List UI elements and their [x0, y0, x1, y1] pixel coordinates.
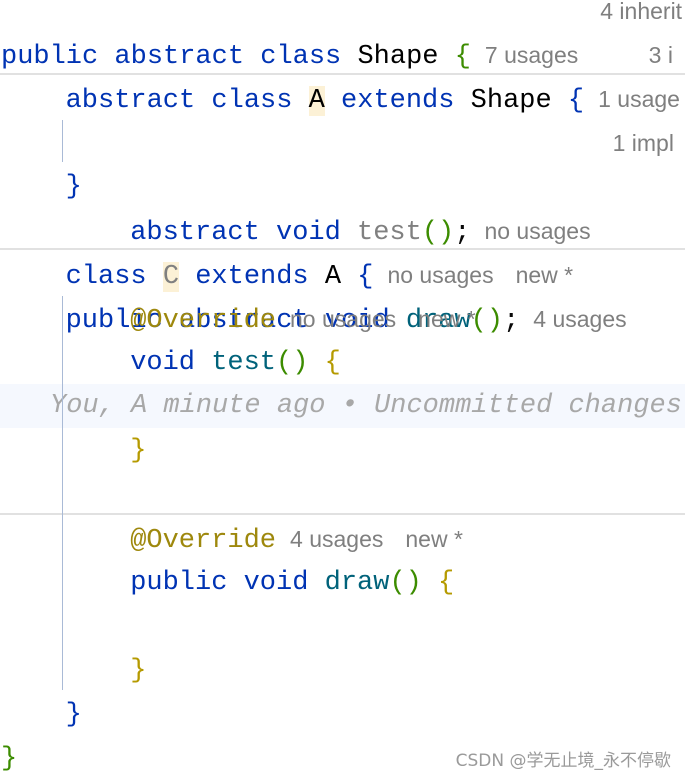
inlay-hint-usages[interactable]: 1 usage	[598, 86, 680, 112]
code-token: {	[438, 568, 455, 598]
code-line[interactable]: }	[130, 429, 146, 473]
code-token: @Override	[130, 306, 277, 336]
code-line[interactable]: class C extends A { no usages new *	[65, 253, 574, 297]
code-token: ()	[276, 348, 325, 378]
code-token: Shape	[470, 86, 568, 116]
code-line[interactable]: @Override no usages new *	[130, 297, 476, 341]
code-token: void	[130, 348, 212, 378]
code-token: ;	[454, 218, 471, 248]
code-token: }	[65, 700, 82, 730]
blame-annotation-row: You, A minute ago • Uncommitted changes	[0, 384, 685, 428]
code-token: ()	[389, 568, 439, 598]
code-token: C	[162, 262, 180, 292]
code-token: abstract void	[130, 218, 358, 248]
code-line[interactable]: void test() {	[130, 341, 341, 385]
inlay-hint-usages[interactable]: 4 usages	[533, 306, 626, 332]
method-separator	[0, 248, 685, 250]
code-token: test	[211, 348, 277, 378]
code-token: {	[567, 86, 585, 116]
code-token: extends	[324, 86, 471, 116]
code-token: {	[324, 348, 341, 378]
code-line[interactable]: }	[66, 693, 82, 737]
code-token: A	[308, 86, 325, 116]
code-editor[interactable]: You, A minute ago • Uncommitted changes …	[0, 0, 685, 779]
code-token: test	[357, 218, 422, 248]
code-line[interactable]: abstract void test();no usages1 implemen…	[130, 121, 683, 248]
watermark: CSDN @学无止境_永不停歇	[455, 751, 671, 771]
code-token: ;	[503, 306, 520, 336]
code-token: }	[1, 744, 18, 774]
code-token: extends	[179, 262, 325, 292]
code-line[interactable]: abstract class A extends Shape {1 usage	[66, 77, 680, 121]
code-line[interactable]: public abstract class Shape {7 usages4 i…	[1, 0, 683, 72]
inlay-hint-usages[interactable]: no usages	[484, 218, 590, 244]
indent-guide	[62, 296, 63, 690]
code-token: public void	[130, 568, 325, 598]
inlay-hint-usages[interactable]: no usages	[290, 306, 396, 332]
code-token: ()	[421, 218, 455, 248]
inlay-hint-usages[interactable]: new *	[405, 526, 463, 552]
code-line[interactable]: }	[130, 649, 146, 693]
code-token: }	[130, 436, 147, 466]
git-blame-text: You, A minute ago • Uncommitted changes	[50, 391, 682, 421]
code-line[interactable]: @Override 4 usages new *	[130, 517, 463, 561]
code-line[interactable]: public abstract void draw();4 usages3 im…	[66, 33, 684, 336]
method-separator	[0, 513, 685, 515]
code-line[interactable]: public void draw() {	[130, 561, 454, 605]
code-token: A	[324, 262, 358, 292]
inlay-hint-usages[interactable]: 4 usages	[290, 526, 383, 552]
inlay-hint-usages[interactable]: new *	[418, 306, 476, 332]
code-token: draw	[324, 568, 390, 598]
code-token: }	[65, 172, 82, 202]
inlay-hint-usages[interactable]: new *	[516, 262, 574, 288]
code-token: @Override	[130, 526, 277, 556]
code-token: {	[357, 262, 374, 292]
indent-guide	[62, 120, 63, 162]
inlay-hint-usages[interactable]: 1 implementation	[613, 121, 684, 253]
code-line[interactable]: }	[66, 165, 82, 209]
code-token: }	[130, 656, 147, 686]
code-line[interactable]: }	[1, 737, 17, 781]
code-token: class	[65, 262, 163, 292]
inlay-hint-usages[interactable]: no usages	[387, 262, 493, 288]
code-token: abstract class	[65, 86, 309, 116]
